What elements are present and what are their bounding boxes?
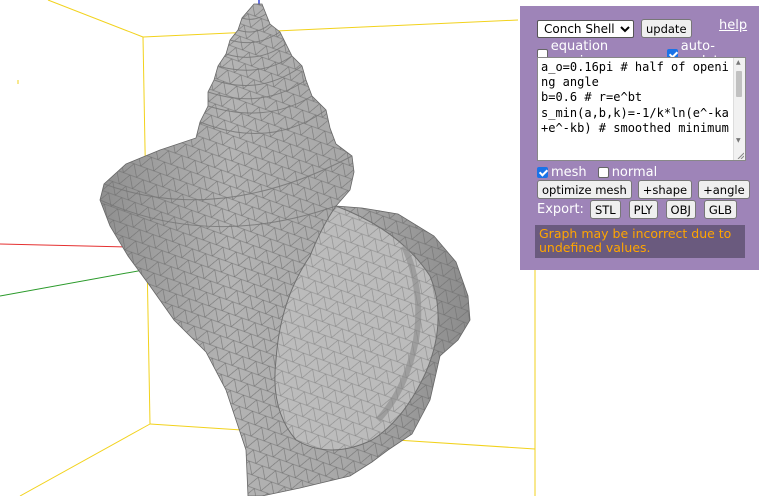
preset-select[interactable]: Conch Shell	[537, 19, 634, 38]
add-shape-button[interactable]: +shape	[637, 180, 693, 199]
export-stl-button[interactable]: STL	[589, 200, 621, 219]
scroll-up-icon[interactable]: ▲	[736, 60, 741, 66]
control-panel: Conch Shell update help equation preview…	[520, 6, 759, 270]
help-link[interactable]: help	[719, 18, 747, 33]
add-angle-button[interactable]: +angle	[698, 180, 750, 199]
normal-label: normal	[611, 165, 658, 180]
resize-handle-icon[interactable]	[737, 152, 744, 159]
equation-text[interactable]: a_o=0.16pi # half of opening angle b=0.6…	[541, 60, 733, 136]
export-glb-button[interactable]: GLB	[703, 200, 738, 219]
warning-message: Graph may be incorrect due to undefined …	[535, 225, 745, 258]
conch-shell-mesh	[99, 3, 471, 496]
normal-checkbox[interactable]	[597, 167, 609, 178]
editor-scrollbar[interactable]: ▲ ▼	[733, 58, 745, 160]
scroll-thumb[interactable]	[736, 71, 742, 97]
mesh-label: mesh	[551, 165, 587, 180]
mesh-checkbox[interactable]	[537, 167, 548, 178]
update-button[interactable]: update	[641, 19, 692, 38]
export-ply-button[interactable]: PLY	[628, 200, 658, 219]
export-label: Export:	[537, 202, 584, 217]
export-obj-button[interactable]: OBJ	[665, 200, 696, 219]
scroll-down-icon[interactable]: ▼	[736, 138, 741, 144]
equation-editor[interactable]: a_o=0.16pi # half of opening angle b=0.6…	[537, 57, 746, 161]
optimize-mesh-button[interactable]: optimize mesh	[537, 180, 632, 199]
